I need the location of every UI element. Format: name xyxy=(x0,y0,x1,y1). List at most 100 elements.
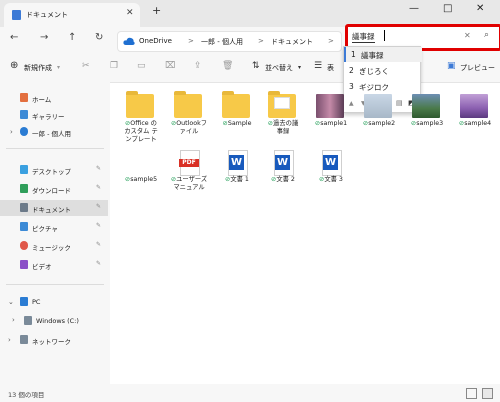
minimize-button[interactable]: — xyxy=(409,3,419,14)
forward-button[interactable]: → xyxy=(40,32,48,43)
search-icon[interactable]: ⌕ xyxy=(484,30,489,40)
file-item-sample-folder[interactable]: ⊘Sample xyxy=(212,91,262,158)
file-item-past-minutes[interactable]: ⊘過去の議 事録 xyxy=(258,91,308,158)
file-list: ⊘Office の カスタム テ ンプレート ⊘Outlookフ ァイル ⊘Sa… xyxy=(112,86,500,382)
download-icon xyxy=(20,184,28,193)
large-icons-view-icon[interactable] xyxy=(482,388,493,399)
ime-candidate[interactable]: 2 ぎじろく xyxy=(344,63,420,78)
sidebar-item-downloads[interactable]: ダウンロード ✎ xyxy=(0,181,108,197)
search-input-value: 議事録 xyxy=(352,32,375,43)
pin-icon[interactable]: ✎ xyxy=(96,203,101,210)
folder-icon xyxy=(126,91,154,118)
maximize-button[interactable]: □ xyxy=(443,3,452,14)
up-button[interactable]: ↑ xyxy=(68,32,76,43)
ime-candidate[interactable]: 1 議事録 xyxy=(344,47,422,62)
file-name-text: sample3 xyxy=(416,120,444,127)
preview-button[interactable]: プレビュー xyxy=(460,63,495,73)
image-thumbnail xyxy=(316,94,344,118)
sidebar-item-windows-c[interactable]: Windows (C:) xyxy=(0,313,108,329)
new-button[interactable]: 新規作成 xyxy=(24,63,52,73)
sort-button[interactable]: 並べ替え xyxy=(265,63,293,73)
sidebar-item-onedrive[interactable]: 一郎 - 個人用 xyxy=(0,124,108,140)
sidebar-item-gallery[interactable]: ギャラリー xyxy=(0,107,108,123)
drive-icon xyxy=(24,316,32,325)
file-item-outlook[interactable]: ⊘Outlookフ ァイル xyxy=(164,91,214,158)
network-icon xyxy=(20,335,28,344)
new-tab-button[interactable]: + xyxy=(152,4,161,17)
close-tab-icon[interactable]: ✕ xyxy=(126,8,134,18)
breadcrumb-documents[interactable]: ドキュメント xyxy=(271,37,313,47)
sidebar-item-documents[interactable]: ドキュメント ✎ xyxy=(0,200,108,216)
pin-icon[interactable]: ✎ xyxy=(96,184,101,191)
pin-icon[interactable]: ✎ xyxy=(96,222,101,229)
new-plus-icon: ⊕ xyxy=(10,60,19,71)
file-item-sample2[interactable]: ⊘sample2 xyxy=(354,94,404,158)
music-icon xyxy=(20,241,28,250)
sidebar-item-home[interactable]: ホーム xyxy=(0,90,108,106)
sidebar-item-label: ピクチャ xyxy=(32,225,58,233)
delete-icon[interactable]: 🗑 xyxy=(222,61,233,71)
file-name-text: 文書 1 xyxy=(230,176,249,183)
file-item-sample1[interactable]: ⊘sample1 xyxy=(306,94,356,158)
file-item-sample5[interactable]: ⊘sample5 xyxy=(116,150,166,214)
file-item-user-manual[interactable]: PDF ⊘ユーザーズ マニュアル xyxy=(164,150,214,214)
ime-candidate-text: ぎじろく xyxy=(359,67,389,76)
breadcrumb-personal[interactable]: 一郎 - 個人用 xyxy=(201,37,243,47)
sidebar-item-pc[interactable]: PC xyxy=(0,294,108,310)
word-file-icon: W xyxy=(322,150,342,176)
file-name: ⊘sample1 xyxy=(306,120,356,128)
documents-icon xyxy=(20,203,28,212)
file-item-office-templates[interactable]: ⊘Office の カスタム テ ンプレート xyxy=(116,91,166,158)
text-caret xyxy=(384,30,385,41)
refresh-button[interactable]: ↻ xyxy=(95,32,103,43)
file-item-document2[interactable]: W ⊘文書 2 xyxy=(258,150,308,214)
breadcrumb-onedrive[interactable]: OneDrive xyxy=(139,37,172,45)
file-name-text: 文書 3 xyxy=(324,176,343,183)
sidebar-item-label: ミュージック xyxy=(32,244,71,252)
sidebar-item-pictures[interactable]: ピクチャ ✎ xyxy=(0,219,108,235)
pin-icon[interactable]: ✎ xyxy=(96,241,101,248)
pdf-badge: PDF xyxy=(179,159,199,167)
paste-icon[interactable]: ▭ xyxy=(137,61,146,71)
cut-icon[interactable]: ✂ xyxy=(82,61,90,71)
file-name: ⊘Outlookフ ァイル xyxy=(164,120,214,136)
navigation-pane: ホーム ギャラリー › 一郎 - 個人用 デスクトップ ✎ ダウンロード ✎ ド… xyxy=(0,82,110,384)
pin-icon[interactable]: ✎ xyxy=(96,260,101,267)
details-view-icon[interactable] xyxy=(466,388,477,399)
sidebar-item-network[interactable]: ネットワーク xyxy=(0,332,108,348)
clear-search-icon[interactable]: ✕ xyxy=(464,31,471,40)
ime-candidate-number: 2 xyxy=(349,66,354,75)
file-name-text: Sample xyxy=(227,120,252,127)
address-bar[interactable]: OneDrive > 一郎 - 個人用 > ドキュメント > xyxy=(117,31,342,52)
close-window-button[interactable]: ✕ xyxy=(476,3,484,14)
file-name-text: sample5 xyxy=(130,176,158,183)
file-name-text: 過去の議 事録 xyxy=(273,120,299,135)
view-button[interactable]: 表 xyxy=(327,63,334,73)
sidebar-item-music[interactable]: ミュージック ✎ xyxy=(0,238,108,254)
share-icon[interactable]: ⇪ xyxy=(194,61,202,71)
back-button[interactable]: ← xyxy=(10,32,18,43)
file-item-document3[interactable]: W ⊘文書 3 xyxy=(306,150,356,214)
copy-icon[interactable]: ❐ xyxy=(110,61,118,71)
sidebar-item-label: ドキュメント xyxy=(32,206,71,214)
video-icon xyxy=(20,260,28,269)
onedrive-cloud-icon xyxy=(123,37,135,45)
sidebar-item-videos[interactable]: ビデオ ✎ xyxy=(0,257,108,273)
file-item-sample4[interactable]: ⊘sample4 xyxy=(450,94,500,158)
image-thumbnail xyxy=(412,94,440,118)
rename-icon[interactable]: ⌧ xyxy=(165,61,175,71)
sidebar-item-desktop[interactable]: デスクトップ ✎ xyxy=(0,162,108,178)
sidebar-item-label: ホーム xyxy=(32,96,52,104)
file-name: ⊘Office の カスタム テ ンプレート xyxy=(116,120,166,144)
status-bar: 13 個の項目 xyxy=(0,384,500,402)
sidebar-item-label: Windows (C:) xyxy=(36,317,79,325)
file-item-sample3[interactable]: ⊘sample3 xyxy=(402,94,452,158)
file-item-document1[interactable]: W ⊘文書 1 xyxy=(212,150,262,214)
folder-icon xyxy=(222,91,250,118)
image-thumbnail xyxy=(460,94,488,118)
sidebar-item-label: 一郎 - 個人用 xyxy=(32,130,71,138)
breadcrumb-separator: > xyxy=(258,37,264,45)
pin-icon[interactable]: ✎ xyxy=(96,165,101,172)
sort-icon: ⇅ xyxy=(252,61,260,71)
tab-documents[interactable]: ドキュメント ✕ xyxy=(4,3,140,27)
